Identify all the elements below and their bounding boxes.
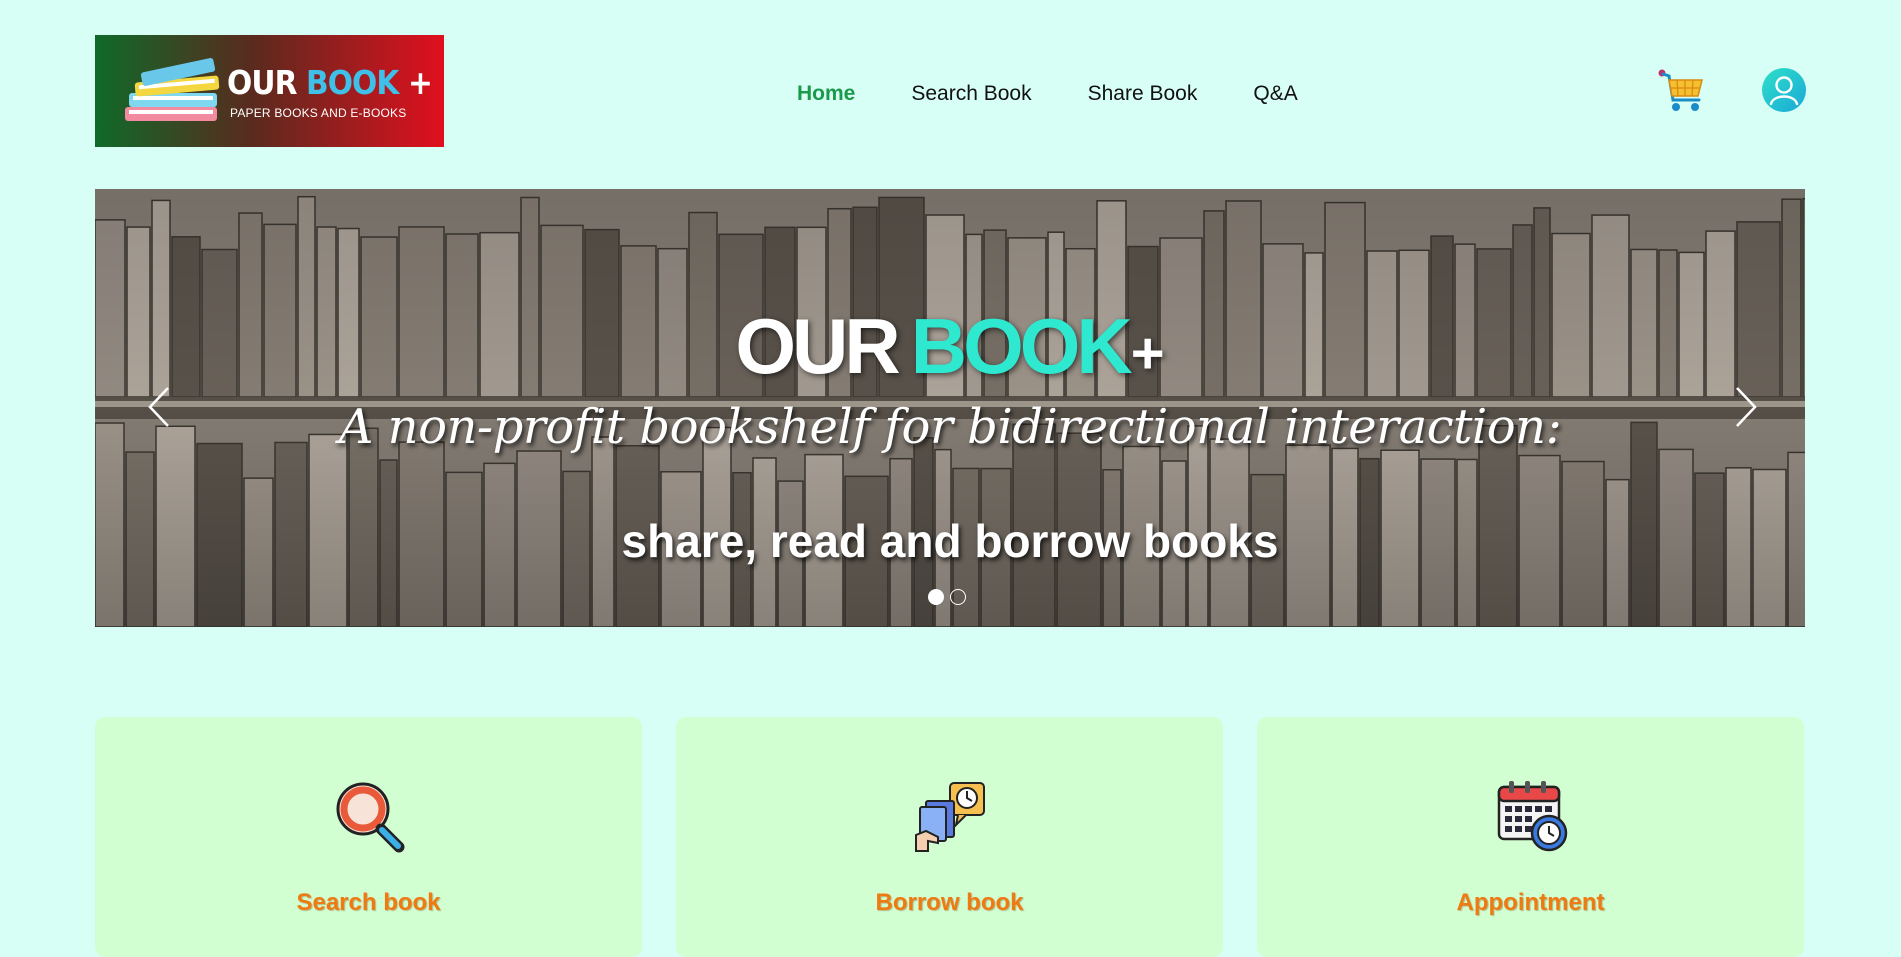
carousel-prev-arrow-icon[interactable] [140, 384, 180, 430]
hero-carousel: OUR BOOK+ A non-profit bookshelf for bidi… [95, 189, 1805, 627]
feature-card-search[interactable]: Search book [95, 717, 642, 957]
hero-title-our: OUR [735, 302, 900, 390]
nav-home[interactable]: Home [797, 82, 855, 106]
nav-share-book[interactable]: Share Book [1088, 82, 1198, 106]
site-logo[interactable]: OUR BOOK + PAPER BOOKS AND E-BOOKS [95, 35, 444, 147]
feature-label-search: Search book [296, 889, 441, 916]
carousel-indicators [928, 589, 966, 605]
borrow-book-icon [914, 782, 985, 852]
logo-brand-plus: + [398, 63, 433, 102]
user-avatar-icon[interactable] [1762, 68, 1806, 112]
logo-brand: OUR BOOK + [227, 63, 433, 102]
calendar-clock-icon [1497, 781, 1567, 852]
feature-label-borrow: Borrow book [875, 889, 1024, 916]
main-nav: Home Search Book Share Book Q&A [797, 82, 1298, 106]
logo-brand-accent: BOOK [305, 63, 399, 102]
hero-title-plus: + [1130, 321, 1165, 386]
hero-title-book: BOOK [910, 302, 1133, 390]
books-stack-icon [125, 58, 220, 121]
shopping-cart-icon[interactable] [1657, 68, 1705, 114]
logo-tagline: PAPER BOOKS AND E-BOOKS [230, 106, 407, 120]
user-silhouette-icon [1769, 76, 1799, 106]
feature-card-appointment[interactable]: Appointment [1257, 717, 1804, 957]
feature-card-borrow[interactable]: Borrow book [676, 717, 1223, 957]
hero-title: OUR BOOK+ [95, 301, 1805, 392]
carousel-next-arrow-icon[interactable] [1725, 384, 1765, 430]
logo-brand-main: OUR [227, 63, 306, 102]
nav-search-book[interactable]: Search Book [911, 82, 1031, 106]
carousel-dot-2[interactable] [950, 589, 966, 605]
nav-qa[interactable]: Q&A [1253, 82, 1297, 106]
magnifier-icon [336, 782, 404, 853]
feature-label-appointment: Appointment [1456, 889, 1605, 916]
hero-subtitle: share, read and borrow books [621, 515, 1279, 567]
carousel-dot-1[interactable] [928, 589, 944, 605]
hero-slogan: A non-profit bookshelf for bidirectional… [338, 399, 1562, 455]
